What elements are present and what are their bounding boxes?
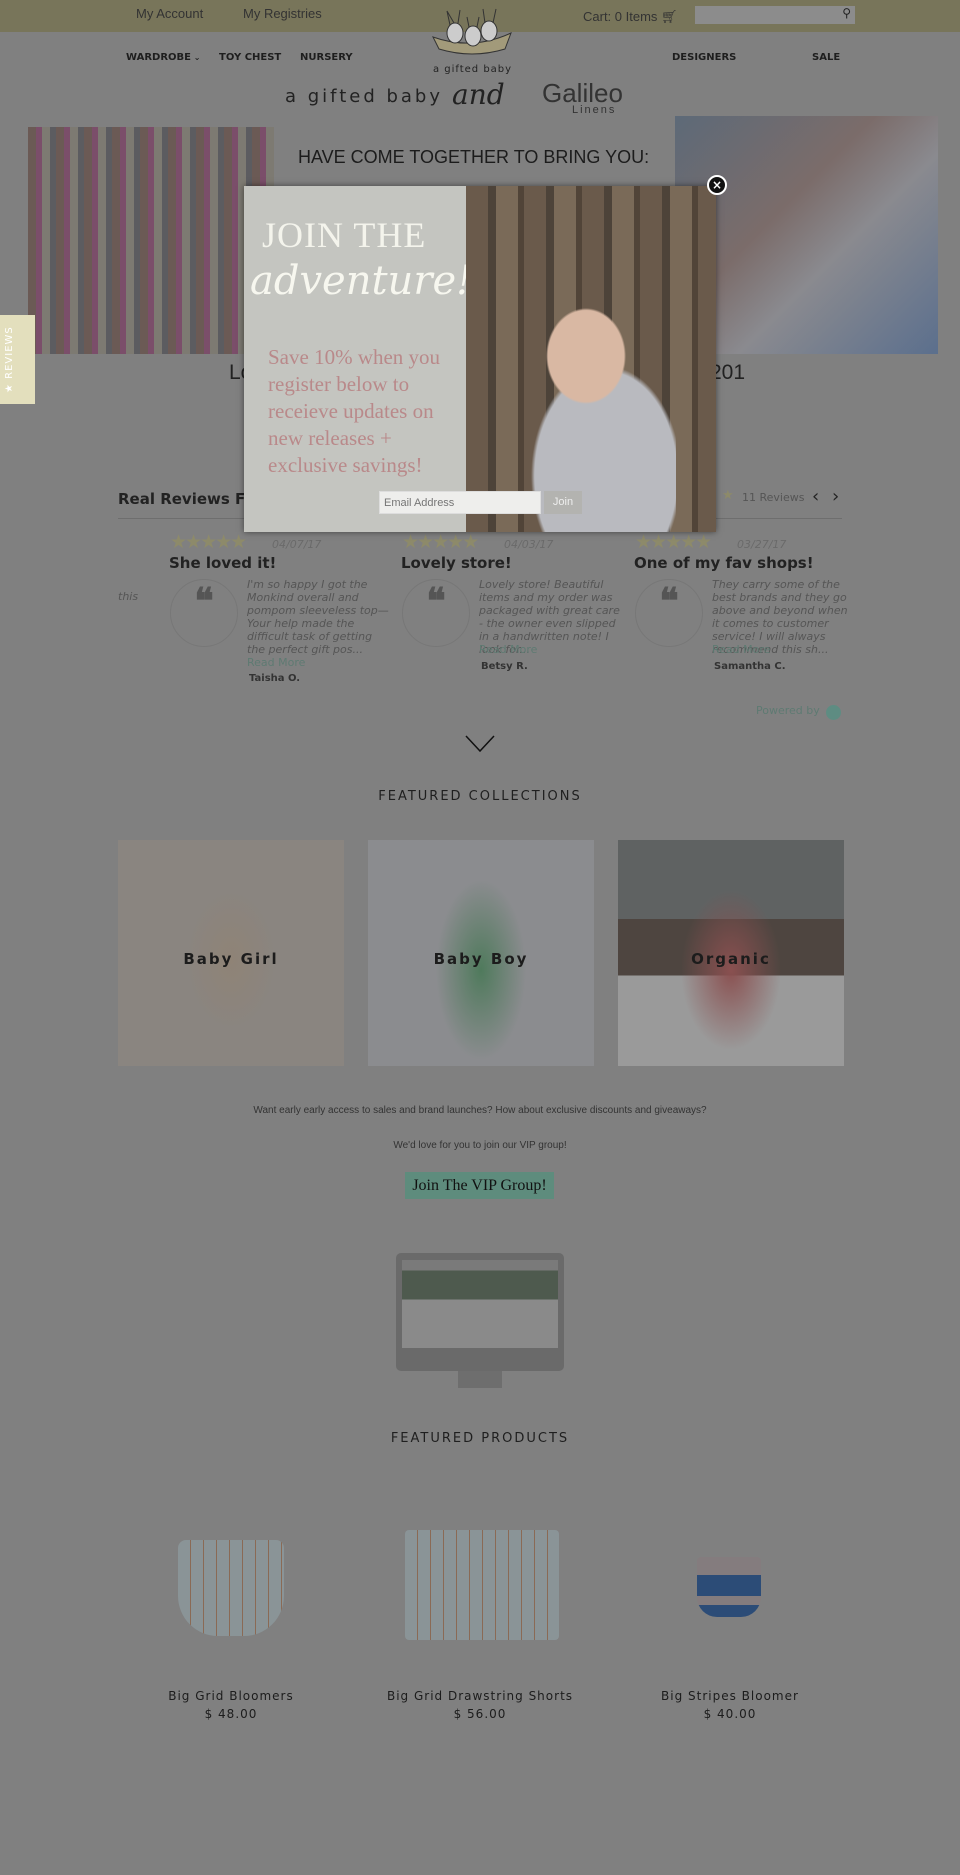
reviews-tab-label: ★ REVIEWS [4, 326, 15, 393]
review-text: I'm so happy I got the Monkind overall a… [247, 578, 389, 656]
quote-icon: ❝ [635, 579, 703, 647]
product-image[interactable] [178, 1540, 284, 1636]
reviews-title: Real Reviews Fro [118, 490, 263, 508]
yotpo-logo-icon[interactable] [826, 705, 841, 720]
product-price: $ 48.00 [204, 1707, 258, 1721]
product-price: $ 56.00 [453, 1707, 507, 1721]
popup-script-heading: adventure! [250, 258, 473, 304]
star-icon: ★ [722, 488, 734, 503]
read-more-link[interactable]: Read More [479, 643, 537, 656]
my-registries-link[interactable]: My Registries [243, 6, 322, 21]
chevron-right-icon[interactable]: › [832, 486, 839, 507]
nav-designers[interactable]: DESIGNERS [672, 52, 736, 63]
signup-popup: JOIN THE adventure! Save 10% when you re… [244, 186, 716, 532]
featured-products-title: FEATURED PRODUCTS [390, 1431, 570, 1446]
product-name[interactable]: Big Grid Drawstring Shorts [360, 1689, 600, 1703]
review-title: One of my fav shops! [634, 554, 814, 572]
collection-label: Baby Boy [433, 950, 529, 968]
rating-stars: ★★★★★ [170, 531, 247, 553]
powered-by: Powered by [756, 704, 820, 717]
monitor-image [396, 1253, 564, 1390]
read-more-link[interactable]: Read More [247, 656, 305, 669]
logo-text: a gifted baby [432, 64, 513, 75]
quote-icon: ❝ [402, 579, 470, 647]
cart-label: Cart: 0 Items [583, 9, 658, 24]
collection-label: Baby Girl [183, 950, 279, 968]
reviews-count[interactable]: 11 Reviews [742, 491, 804, 504]
my-account-link[interactable]: My Account [136, 6, 203, 21]
review-author: Samantha C. [714, 661, 786, 672]
collection-organic[interactable]: Organic [618, 840, 844, 1066]
review-title: She loved it! [169, 554, 277, 572]
brand-and: and [452, 78, 505, 111]
chevron-left-icon[interactable]: ‹ [812, 486, 819, 507]
popup-heading: JOIN THE [262, 215, 427, 255]
cart-icon: 🛒︎ [661, 9, 678, 24]
vip-text: Want early early access to sales and bra… [253, 1105, 707, 1116]
search-input[interactable]: ⚲ [695, 6, 855, 24]
collection-label: Organic [691, 950, 771, 968]
review-date: 03/27/17 [737, 538, 787, 551]
chevron-down-icon: ⌄ [190, 53, 201, 62]
nav-wardrobe[interactable]: WARDROBE ⌄ [126, 52, 200, 63]
nav-toy-chest[interactable]: TOY CHEST [219, 52, 281, 63]
brand-gifted-baby: a gifted baby [285, 86, 444, 107]
quote-icon: ❝ [170, 579, 238, 647]
read-more-link[interactable]: Read More [712, 643, 770, 656]
featured-collections-title: FEATURED COLLECTIONS [378, 789, 582, 804]
popup-text-panel: JOIN THE adventure! Save 10% when you re… [244, 186, 472, 532]
review-author: Taisha O. [249, 673, 301, 684]
nav-nursery[interactable]: NURSERY [300, 52, 353, 63]
nav-label: WARDROBE [126, 52, 191, 63]
rating-stars: ★★★★★ [635, 531, 712, 553]
review-date: 04/07/17 [272, 538, 322, 551]
product-price: $ 40.00 [703, 1707, 757, 1721]
popup-baby-photo [466, 186, 716, 532]
close-icon[interactable]: × [707, 175, 727, 195]
collection-baby-girl[interactable]: Baby Girl [118, 840, 344, 1066]
logo[interactable]: a gifted baby [425, 5, 520, 75]
join-button[interactable]: Join [544, 491, 582, 514]
review-date: 04/03/17 [504, 538, 554, 551]
bunny-boat-logo-icon [431, 8, 512, 55]
reviews-side-tab[interactable]: ★ REVIEWS [0, 315, 35, 404]
collection-baby-boy[interactable]: Baby Boy [368, 840, 594, 1066]
product-name[interactable]: Big Stripes Bloomer [610, 1689, 850, 1703]
chevron-down-icon[interactable] [465, 735, 495, 753]
rating-stars: ★★★★★ [402, 531, 479, 553]
review-author: Betsy R. [481, 661, 528, 672]
vip-invite: We'd love for you to join our VIP group! [393, 1140, 567, 1151]
search-icon[interactable]: ⚲ [842, 6, 851, 20]
product-image[interactable] [405, 1530, 559, 1640]
product-image[interactable] [697, 1557, 761, 1617]
nav-sale[interactable]: SALE [812, 52, 840, 63]
brand-linens: Linens [572, 104, 617, 116]
email-field[interactable] [379, 491, 541, 514]
banner-tagline: HAVE COME TOGETHER TO BRING YOU: [298, 147, 650, 167]
product-name[interactable]: Big Grid Bloomers [111, 1689, 351, 1703]
review-title: Lovely store! [401, 554, 512, 572]
popup-offer-text: Save 10% when you register below to rece… [268, 345, 441, 477]
store-photo-left [28, 127, 274, 354]
cart-link[interactable]: Cart: 0 Items 🛒︎ [583, 9, 678, 25]
join-vip-button[interactable]: Join The VIP Group! [405, 1172, 554, 1199]
review-partial: this [118, 590, 139, 603]
